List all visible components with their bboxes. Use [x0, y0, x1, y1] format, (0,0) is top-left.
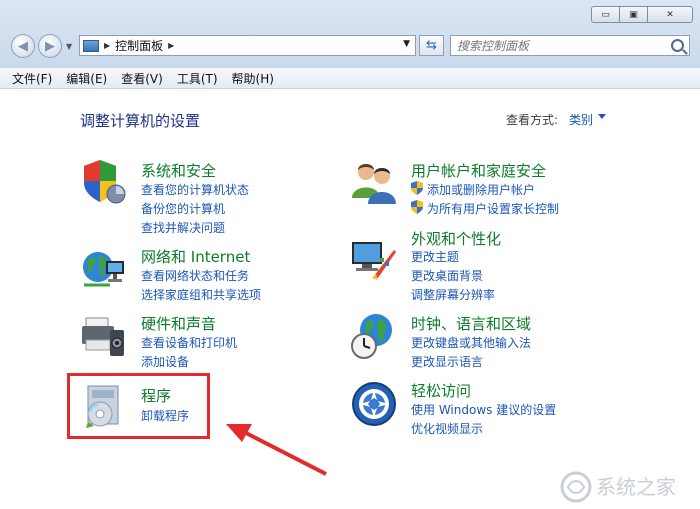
menu-tools[interactable]: 工具(T)	[170, 70, 225, 87]
category-title-user-accounts[interactable]: 用户帐户和家庭安全	[411, 160, 546, 181]
search-box[interactable]	[450, 35, 690, 56]
link-windows-recommended-settings[interactable]: 使用 Windows 建议的设置	[411, 401, 556, 418]
control-panel-icon	[83, 39, 99, 52]
link-change-theme[interactable]: 更改主题	[411, 248, 459, 265]
clock-globe-icon	[351, 314, 392, 359]
category-title-appearance[interactable]: 外观和个性化	[411, 228, 501, 249]
uac-shield-icon	[411, 200, 423, 214]
link-devices-printers[interactable]: 查看设备和打印机	[141, 334, 237, 351]
recent-pages-dropdown[interactable]: ▼	[66, 42, 72, 51]
link-find-fix-problems[interactable]: 查找并解决问题	[141, 219, 225, 236]
annotation-highlight-box	[67, 373, 210, 439]
breadcrumb-control-panel[interactable]: 控制面板	[115, 37, 163, 54]
window-controls: ▭ ▣ ✕	[591, 6, 693, 23]
link-view-computer-status[interactable]: 查看您的计算机状态	[141, 181, 249, 198]
breadcrumb-arrow-icon[interactable]: ▶	[104, 41, 110, 50]
forward-arrow-icon: ▶	[45, 38, 55, 54]
link-homegroup-sharing[interactable]: 选择家庭组和共享选项	[141, 286, 261, 303]
maximize-button[interactable]: ▣	[619, 6, 648, 23]
link-backup-computer[interactable]: 备份您的计算机	[141, 200, 225, 217]
back-arrow-icon: ◀	[18, 38, 28, 54]
view-by-caret-icon[interactable]	[598, 114, 606, 119]
menu-view[interactable]: 查看(V)	[114, 70, 170, 87]
link-add-remove-accounts[interactable]: 添加或删除用户帐户	[427, 181, 535, 198]
window-titlebar: ▭ ▣ ✕ ◀ ▶ ▼ ▶ 控制面板 ▶ ▼ ⇆	[0, 0, 700, 68]
link-change-input-method[interactable]: 更改键盘或其他输入法	[411, 334, 531, 351]
link-optimize-video-display[interactable]: 优化视频显示	[411, 420, 483, 437]
category-title-ease-of-access[interactable]: 轻松访问	[411, 380, 471, 401]
uac-shield-icon	[411, 181, 423, 195]
breadcrumb-arrow-icon[interactable]: ▶	[168, 41, 174, 50]
forward-button[interactable]: ▶	[38, 34, 62, 58]
svg-text:系统之家: 系统之家	[596, 475, 676, 499]
menu-edit[interactable]: 编辑(E)	[59, 70, 114, 87]
back-button[interactable]: ◀	[11, 34, 35, 58]
link-parental-controls[interactable]: 为所有用户设置家长控制	[427, 200, 559, 217]
shield-icon	[84, 160, 126, 204]
link-view-network-status[interactable]: 查看网络状态和任务	[141, 267, 249, 284]
search-input[interactable]	[457, 37, 657, 54]
users-icon	[352, 164, 396, 204]
refresh-icon: ⇆	[426, 38, 437, 53]
category-title-system-security[interactable]: 系统和安全	[141, 160, 216, 181]
link-change-display-language[interactable]: 更改显示语言	[411, 353, 483, 370]
address-bar[interactable]: ▶ 控制面板 ▶ ▼	[79, 35, 416, 56]
view-by-dropdown[interactable]: 类别	[569, 111, 593, 128]
address-dropdown-icon[interactable]: ▼	[403, 39, 410, 49]
page-title: 调整计算机的设置	[80, 112, 201, 130]
menu-file[interactable]: 文件(F)	[0, 70, 59, 87]
ease-of-access-icon	[352, 382, 396, 426]
printer-icon	[82, 317, 124, 356]
search-icon[interactable]	[671, 39, 684, 52]
link-change-desktop-background[interactable]: 更改桌面背景	[411, 267, 483, 284]
appearance-icon	[352, 242, 396, 280]
link-add-device[interactable]: 添加设备	[141, 353, 189, 370]
category-title-network[interactable]: 网络和 Internet	[141, 246, 250, 267]
category-title-clock-language-region[interactable]: 时钟、语言和区域	[411, 313, 531, 334]
minimize-button[interactable]: ▭	[591, 6, 620, 23]
link-adjust-resolution[interactable]: 调整屏幕分辨率	[411, 286, 495, 303]
view-by-label: 查看方式:	[506, 113, 559, 127]
watermark-logo: 系统之家	[560, 471, 676, 503]
menu-bar: 文件(F) 编辑(E) 查看(V) 工具(T) 帮助(H)	[0, 68, 700, 89]
category-title-hardware[interactable]: 硬件和声音	[141, 313, 216, 334]
network-globe-icon	[83, 252, 124, 287]
menu-help[interactable]: 帮助(H)	[225, 70, 281, 87]
close-button[interactable]: ✕	[647, 6, 693, 23]
refresh-button[interactable]: ⇆	[419, 35, 444, 56]
